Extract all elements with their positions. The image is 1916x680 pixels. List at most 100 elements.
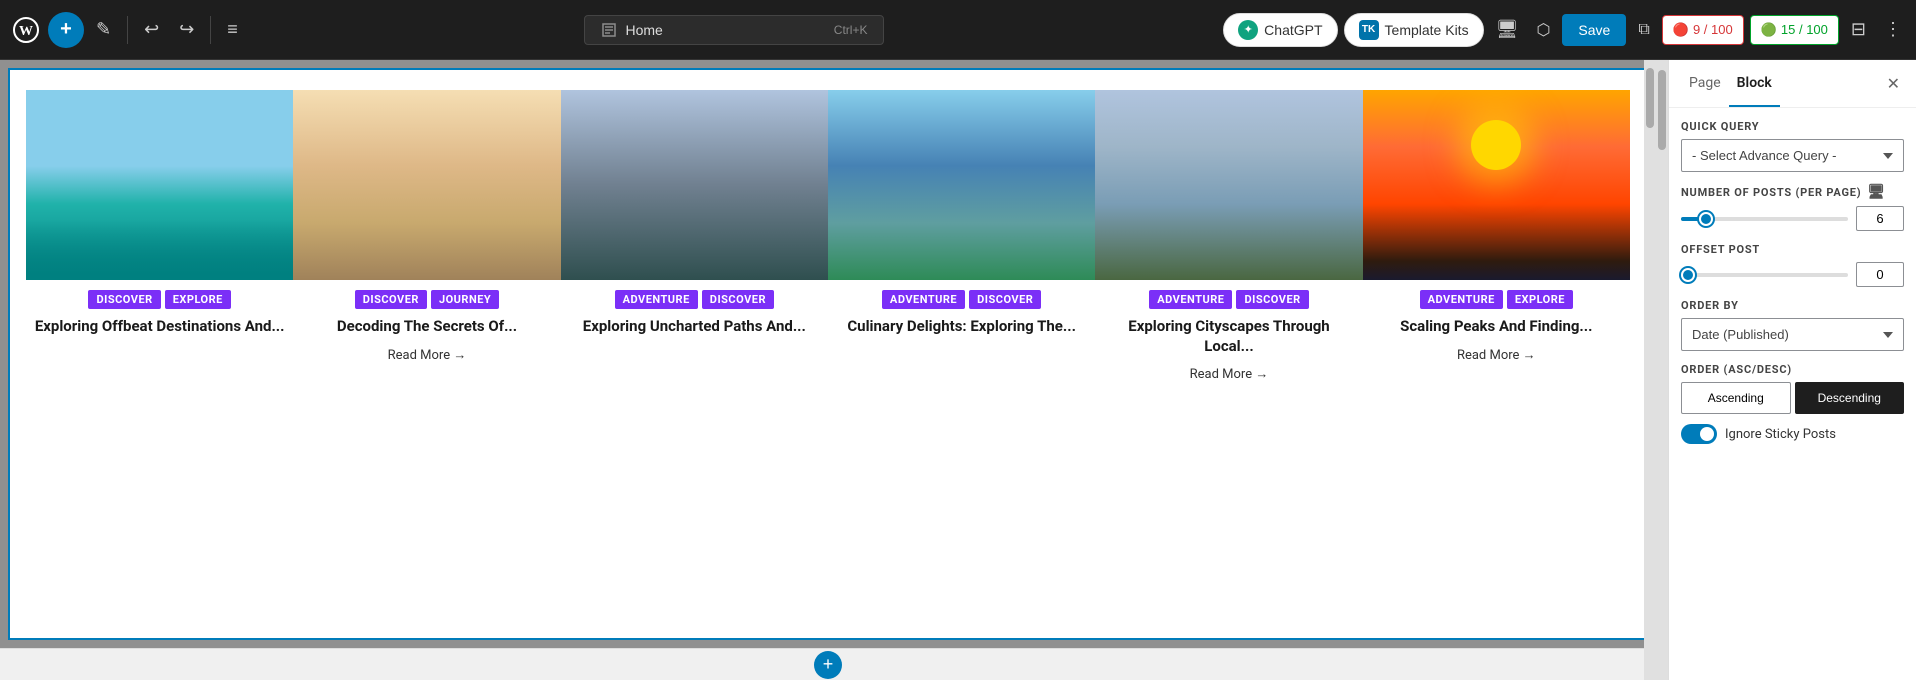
card-1[interactable]: DISCOVERJOURNEYDecoding The Secrets Of..… [293, 90, 560, 390]
redo-button[interactable]: ↪ [171, 13, 202, 46]
card-title-0: Exploring Offbeat Destinations And... [26, 313, 293, 341]
more-options-button[interactable]: ⋮ [1878, 13, 1908, 46]
template-kits-icon: TK [1359, 20, 1379, 40]
template-kits-button[interactable]: TK Template Kits [1344, 13, 1484, 47]
save-button[interactable]: Save [1562, 14, 1626, 46]
add-block-bottom-button[interactable]: + [814, 651, 842, 679]
offset-slider-row [1681, 262, 1904, 287]
canvas-scrollbar[interactable] [1644, 60, 1656, 680]
panel-body: QUICK QUERY - Select Advance Query - NUM… [1669, 108, 1916, 680]
read-more-1[interactable]: Read More → [293, 341, 560, 371]
card-4[interactable]: ADVENTUREDISCOVER Exploring Cityscapes Th… [1095, 90, 1362, 390]
quick-query-select[interactable]: - Select Advance Query - [1681, 139, 1904, 172]
chatgpt-button[interactable]: ✦ ChatGPT [1223, 13, 1337, 47]
card-tags-1: DISCOVERJOURNEY [293, 280, 560, 313]
view-mode-button[interactable]: 🖥 [1490, 13, 1525, 46]
card-5[interactable]: ADVENTUREEXPLOREScaling Peaks And Findin… [1363, 90, 1630, 390]
card-title-2: Exploring Uncharted Paths And... [561, 313, 828, 341]
warning-counter-button[interactable]: 🟢 15 / 100 [1750, 15, 1839, 45]
num-posts-value-input[interactable] [1856, 206, 1904, 231]
panel-close-button[interactable]: ✕ [1883, 70, 1904, 98]
list-view-button[interactable]: ≡ [219, 13, 246, 46]
add-block-toolbar-button[interactable]: + [48, 12, 84, 48]
undo-button[interactable]: ↩ [136, 13, 167, 46]
scrollbar-thumb [1646, 68, 1654, 128]
ignore-sticky-toggle[interactable] [1681, 424, 1717, 444]
offset-value-input[interactable] [1856, 262, 1904, 287]
wp-logo-button[interactable]: W [8, 12, 44, 48]
card-2[interactable]: ADVENTUREDISCOVERExploring Uncharted Pat… [561, 90, 828, 390]
order-asc-desc-row: Ascending Descending [1681, 382, 1904, 414]
home-shortcut: Ctrl+K [834, 23, 868, 37]
toolbar-right-area: ✦ ChatGPT TK Template Kits 🖥 ⬡ Save ⧉ 🔴 … [1223, 13, 1908, 47]
edit-button[interactable]: ✎ [88, 13, 119, 46]
main-area: DISCOVER EXPLORE Exploring Offbeat Destina… [0, 60, 1916, 680]
tab-page[interactable]: Page [1681, 61, 1729, 107]
home-label: Home [625, 22, 662, 38]
plus-icon: + [823, 654, 834, 675]
tab-block[interactable]: Block [1729, 61, 1780, 107]
toolbar-center-area: Home Ctrl+K [250, 15, 1219, 45]
card-tags-2: ADVENTUREDISCOVER [561, 280, 828, 313]
panel-header: Page Block ✕ [1669, 60, 1916, 108]
card-title-4: Exploring Cityscapes Through Local... [1095, 313, 1362, 360]
tag-journey: JOURNEY [431, 290, 499, 309]
more-icon: ⋮ [1884, 19, 1902, 39]
list-icon: ≡ [227, 19, 238, 40]
divider-1 [127, 16, 128, 44]
tag-discover: DISCOVER [1236, 290, 1308, 309]
card-image-4 [1095, 90, 1362, 280]
monitor-icon: 🖥 [1496, 19, 1519, 39]
card-0[interactable]: DISCOVEREXPLOREExploring Offbeat Destina… [26, 90, 293, 390]
plus-icon: + [60, 18, 72, 41]
tag-discover: DISCOVER [88, 290, 160, 309]
tag-discover: DISCOVER [969, 290, 1041, 309]
panel-scroll-thumb [1658, 70, 1666, 150]
error-counter-button[interactable]: 🔴 9 / 100 [1662, 15, 1744, 45]
read-more-4[interactable]: Read More → [1095, 360, 1362, 390]
pencil-icon: ✎ [96, 19, 111, 40]
card-image-0 [26, 90, 293, 280]
card-3[interactable]: ADVENTUREDISCOVERCulinary Delights: Expl… [828, 90, 1095, 390]
right-panel: Page Block ✕ QUICK QUERY - Select Advanc… [1668, 60, 1916, 680]
descending-button[interactable]: Descending [1795, 382, 1905, 414]
order-by-label: ORDER BY [1681, 299, 1904, 312]
monitor-icon: 🖥 [1867, 184, 1886, 200]
main-toolbar: W + ✎ ↩ ↪ ≡ Home Ctrl+K ✦ [0, 0, 1916, 60]
ignore-sticky-row: Ignore Sticky Posts [1681, 424, 1904, 444]
tag-explore: EXPLORE [1507, 290, 1573, 309]
chatgpt-icon: ✦ [1238, 20, 1258, 40]
num-posts-slider-track[interactable] [1681, 217, 1848, 221]
warning-count: 15 / 100 [1781, 22, 1828, 37]
template-kits-label: Template Kits [1385, 22, 1469, 38]
num-posts-slider-row [1681, 206, 1904, 231]
layout-toggle-button[interactable]: ⧉ [1632, 15, 1655, 45]
offset-slider-thumb[interactable] [1681, 268, 1695, 282]
card-image-1 [293, 90, 560, 280]
canvas: DISCOVER EXPLORE Exploring Offbeat Destina… [0, 60, 1656, 680]
redo-icon: ↪ [179, 19, 194, 40]
settings-panel-icon: ⊟ [1851, 19, 1866, 39]
home-left: Home [601, 22, 662, 38]
cards-grid: DISCOVER EXPLORE Exploring Offbeat Destina… [10, 70, 1646, 390]
order-by-select[interactable]: Date (Published) [1681, 318, 1904, 351]
read-more-5[interactable]: Read More → [1363, 341, 1630, 371]
divider-2 [210, 16, 211, 44]
card-image-3 [828, 90, 1095, 280]
sidebar-toggle-button[interactable]: ⊟ [1845, 13, 1872, 46]
offset-post-label: OFFSET POST [1681, 243, 1904, 256]
offset-slider-track[interactable] [1681, 273, 1848, 277]
ascending-button[interactable]: Ascending [1681, 382, 1791, 414]
toggle-knob [1700, 427, 1714, 441]
tag-adventure: ADVENTURE [1149, 290, 1232, 309]
tag-discover: DISCOVER [355, 290, 427, 309]
canvas-content: DISCOVER EXPLORE Exploring Offbeat Destina… [8, 68, 1648, 640]
panel-scrollbar[interactable] [1656, 60, 1668, 680]
home-search-button[interactable]: Home Ctrl+K [584, 15, 884, 45]
tag-adventure: ADVENTURE [1420, 290, 1503, 309]
num-posts-slider-thumb[interactable] [1699, 212, 1713, 226]
num-posts-label: NUMBER OF POSTS (PER PAGE) 🖥 [1681, 184, 1904, 200]
error-icon: 🔴 [1673, 22, 1689, 38]
wp-icon: W [8, 12, 44, 48]
preview-button[interactable]: ⬡ [1530, 13, 1556, 46]
